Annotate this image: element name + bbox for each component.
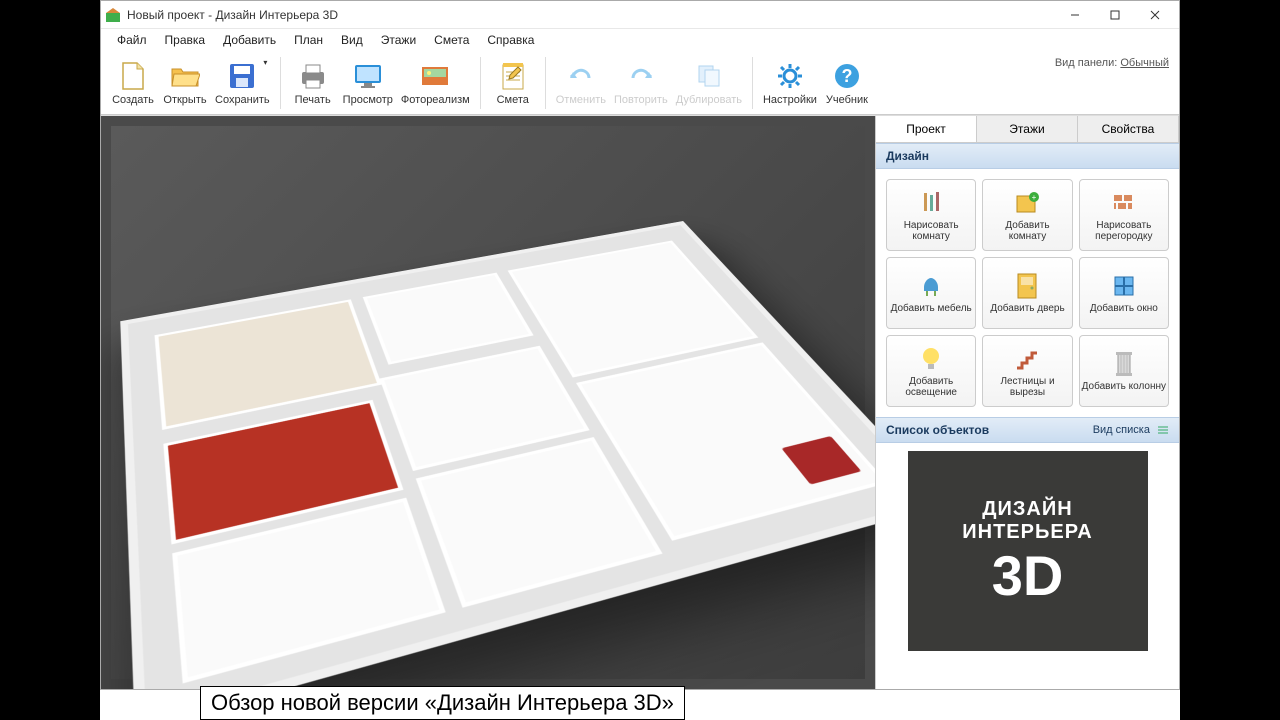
redo-button[interactable]: Повторить [610,58,672,108]
window-icon [1110,272,1138,300]
3d-viewport[interactable] [101,116,875,689]
column-icon [1110,350,1138,378]
svg-text:?: ? [841,66,852,86]
chair-icon [917,272,945,300]
open-button[interactable]: Открыть [159,58,211,108]
open-label: Открыть [163,94,206,106]
brushes-icon [917,189,945,217]
list-icon [1157,425,1169,435]
copy-icon [693,60,725,92]
add-door-button[interactable]: Добавить дверь [982,257,1072,329]
notepad-icon [497,60,529,92]
duplicate-button[interactable]: Дублировать [672,58,746,108]
door-icon [1013,272,1041,300]
add-furniture-button[interactable]: Добавить мебель [886,257,976,329]
objects-panel-header: Список объектов Вид списка [876,417,1179,443]
tab-floors[interactable]: Этажи [977,116,1078,142]
draw-room-button[interactable]: Нарисовать комнату [886,179,976,251]
window-title: Новый проект - Дизайн Интерьера 3D [127,8,1055,22]
menu-estimate[interactable]: Смета [426,31,477,49]
monitor-icon [352,60,384,92]
add-light-button[interactable]: Добавить освещение [886,335,976,407]
settings-button[interactable]: Настройки [759,58,821,108]
minimize-button[interactable] [1055,1,1095,29]
menu-file[interactable]: Файл [109,31,155,49]
floppy-icon [226,60,258,92]
sidebar: Проект Этажи Свойства Дизайн Нарисовать … [875,116,1179,689]
svg-text:+: + [1032,193,1037,202]
printer-icon [297,60,329,92]
app-window: Новый проект - Дизайн Интерьера 3D Файл … [100,0,1180,690]
photoreal-label: Фотореализм [401,94,470,106]
menu-view[interactable]: Вид [333,31,371,49]
tab-project[interactable]: Проект [876,116,977,142]
estimate-button[interactable]: Смета [487,58,539,108]
toolbar: Создать Открыть Сохранить ▾ Печать [101,51,1179,115]
list-view-toggle[interactable]: Вид списка [1093,424,1169,436]
print-label: Печать [295,94,331,106]
settings-label: Настройки [763,94,817,106]
video-caption: Обзор новой версии «Дизайн Интерьера 3D» [200,686,685,720]
gear-icon [774,60,806,92]
draw-wall-button[interactable]: Нарисовать перегородку [1079,179,1169,251]
menubar: Файл Правка Добавить План Вид Этажи Смет… [101,29,1179,51]
stairs-button[interactable]: Лестницы и вырезы [982,335,1072,407]
close-button[interactable] [1135,1,1175,29]
room-plus-icon: + [1013,189,1041,217]
stairs-icon [1013,345,1041,373]
window-controls [1055,1,1175,29]
menu-add[interactable]: Добавить [215,31,284,49]
sidebar-tabs: Проект Этажи Свойства [876,116,1179,143]
save-label: Сохранить [215,94,270,106]
menu-plan[interactable]: План [286,31,331,49]
maximize-button[interactable] [1095,1,1135,29]
photoreal-icon [419,60,451,92]
panel-mode-link[interactable]: Обычный [1120,57,1169,69]
print-button[interactable]: Печать [287,58,339,108]
chevron-down-icon: ▾ [263,58,267,67]
undo-label: Отменить [556,94,606,106]
undo-button[interactable]: Отменить [552,58,610,108]
folder-open-icon [169,60,201,92]
help-icon: ? [831,60,863,92]
add-room-button[interactable]: + Добавить комнату [982,179,1072,251]
promo-logo: ДИЗАЙН ИНТЕРЬЕРА 3D [908,451,1148,651]
photoreal-button[interactable]: Фотореализм [397,58,474,108]
create-label: Создать [112,94,154,106]
panel-mode-label: Вид панели: Обычный [1055,57,1169,69]
content-area: Проект Этажи Свойства Дизайн Нарисовать … [101,115,1179,689]
menu-help[interactable]: Справка [479,31,542,49]
menu-edit[interactable]: Правка [157,31,214,49]
tutorial-label: Учебник [826,94,868,106]
new-file-icon [117,60,149,92]
estimate-label: Смета [497,94,529,106]
undo-icon [565,60,597,92]
render-canvas [111,126,865,679]
objects-list: ДИЗАЙН ИНТЕРЬЕРА 3D [876,443,1179,689]
preview-label: Просмотр [343,94,393,106]
save-button[interactable]: Сохранить ▾ [211,58,274,108]
add-column-button[interactable]: Добавить колонну [1079,335,1169,407]
tab-properties[interactable]: Свойства [1078,116,1179,142]
add-window-button[interactable]: Добавить окно [1079,257,1169,329]
redo-icon [625,60,657,92]
duplicate-label: Дублировать [676,94,742,106]
app-icon [105,7,121,23]
bulb-icon [917,345,945,373]
design-tools-grid: Нарисовать комнату + Добавить комнату На… [876,169,1179,417]
tutorial-button[interactable]: ? Учебник [821,58,873,108]
floorplan-model [120,221,875,689]
wall-icon [1110,189,1138,217]
preview-button[interactable]: Просмотр [339,58,397,108]
redo-label: Повторить [614,94,668,106]
titlebar: Новый проект - Дизайн Интерьера 3D [101,1,1179,29]
design-panel-header: Дизайн [876,143,1179,169]
create-button[interactable]: Создать [107,58,159,108]
menu-floors[interactable]: Этажи [373,31,424,49]
